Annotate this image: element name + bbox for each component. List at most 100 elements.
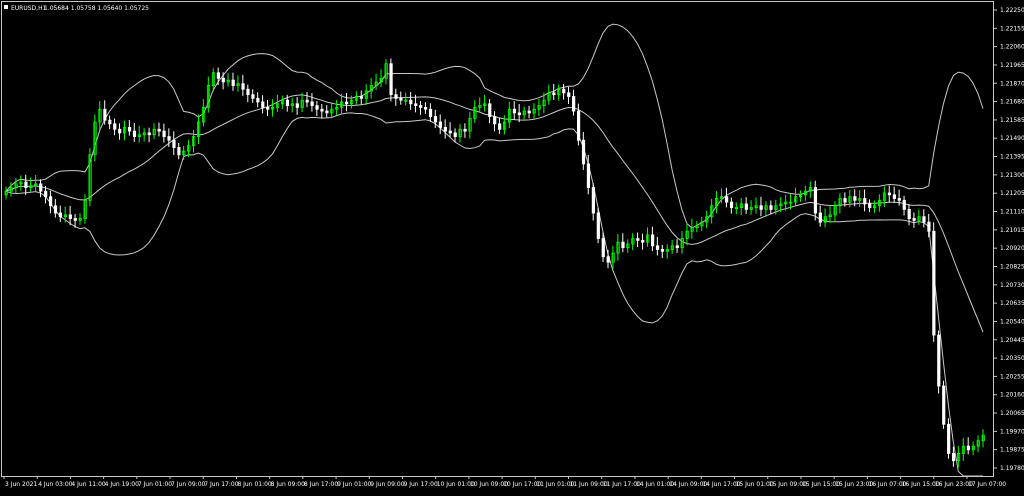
candle-body xyxy=(325,110,329,114)
x-tick-label: 4 Jun 19:00 xyxy=(105,481,139,488)
y-tick-label: 1.19875 xyxy=(1000,447,1024,454)
candle-body xyxy=(113,123,117,130)
y-tick-label: 1.22250 xyxy=(1000,7,1024,14)
candle[interactable] xyxy=(942,380,946,429)
candle-body xyxy=(399,97,403,101)
candle-body xyxy=(103,108,107,121)
candle[interactable] xyxy=(937,330,941,394)
candle-body xyxy=(216,72,220,79)
candle-body xyxy=(576,110,581,141)
candle[interactable] xyxy=(389,58,393,102)
candle-body xyxy=(73,218,77,221)
y-tick-label: 1.19970 xyxy=(1000,428,1024,435)
candle-body xyxy=(769,205,773,210)
candle-body xyxy=(512,108,517,114)
candle-body xyxy=(448,130,452,134)
candle-body xyxy=(127,127,132,132)
candle-body xyxy=(53,205,58,214)
y-tick-label: 1.21870 xyxy=(1000,80,1024,87)
x-tick-label: 9 Jun 09:00 xyxy=(370,481,404,488)
candle-body xyxy=(433,116,438,123)
candle-body xyxy=(147,132,151,136)
y-tick-label: 1.21395 xyxy=(1000,154,1024,161)
candle-body xyxy=(108,119,112,125)
candle-body xyxy=(167,136,171,141)
symbol-label: EURUSD,H1 xyxy=(11,5,47,12)
candle[interactable] xyxy=(947,418,951,459)
candle-body xyxy=(414,103,418,107)
candle-body xyxy=(409,99,413,105)
candle-body xyxy=(118,128,122,134)
y-tick-label: 1.20635 xyxy=(1000,300,1024,307)
y-tick-label: 1.21015 xyxy=(1000,227,1024,234)
x-tick-label: 17 Jun 07:00 xyxy=(968,481,1006,488)
candle-body xyxy=(256,97,260,103)
x-tick-label: 9 Jun 01:00 xyxy=(337,481,371,488)
y-tick-label: 1.21300 xyxy=(1000,172,1024,179)
candle-body xyxy=(488,103,492,117)
candle-body xyxy=(49,196,53,207)
candlestick-chart[interactable]: 1.22250 1.22155 1.22060 1.21965 1.21870 1.216… xyxy=(0,0,1024,492)
x-tick-label: 4 Jun 03:00 xyxy=(38,481,72,488)
candle-body xyxy=(44,190,48,198)
y-tick-label: 1.20065 xyxy=(1000,410,1024,417)
candle[interactable] xyxy=(596,207,600,244)
y-tick-label: 1.21680 xyxy=(1000,99,1024,106)
candle-body xyxy=(596,212,600,239)
candle-body xyxy=(813,187,818,214)
y-tick-label: 1.20160 xyxy=(1000,392,1024,399)
y-tick-label: 1.20920 xyxy=(1000,245,1024,252)
y-tick-label: 1.21490 xyxy=(1000,135,1024,142)
chart-header: EURUSD,H1 1.05684 1.05758 1.05640 1.0572… xyxy=(4,5,149,12)
candle-body xyxy=(305,99,309,103)
candle-body xyxy=(498,123,502,130)
chart[interactable]: 1.22250 1.22155 1.22060 1.21965 1.21870 1.216… xyxy=(0,0,1024,492)
candle-body xyxy=(246,88,250,96)
candle-body xyxy=(24,181,28,188)
candle-body xyxy=(177,147,181,156)
y-tick-label: 1.20445 xyxy=(1000,337,1024,344)
candle-body xyxy=(932,230,936,336)
candle-body xyxy=(266,107,270,110)
candle-body xyxy=(902,199,906,210)
candle-body xyxy=(655,245,660,250)
y-tick-label: 1.21205 xyxy=(1000,190,1024,197)
candle[interactable] xyxy=(88,148,92,207)
y-tick-label: 1.20255 xyxy=(1000,373,1024,380)
candle-body xyxy=(39,183,43,192)
y-tick-label: 1.22155 xyxy=(1000,25,1024,32)
x-tick-label: 7 Jun 17:00 xyxy=(204,481,238,488)
candle-body xyxy=(641,239,645,243)
candle-body xyxy=(261,101,265,108)
x-tick-label: 8 Jun 17:00 xyxy=(304,481,338,488)
candle-body xyxy=(394,94,398,99)
y-tick-label: 1.20350 xyxy=(1000,355,1024,362)
x-tick-label: 7 Jun 01:00 xyxy=(138,481,172,488)
candle-body xyxy=(621,241,625,249)
candle-body xyxy=(937,334,941,387)
candle-body xyxy=(453,132,457,137)
candle-body xyxy=(221,77,225,83)
candle[interactable] xyxy=(932,222,936,342)
candle-body xyxy=(320,108,324,112)
candle-body xyxy=(650,234,655,247)
candle-body xyxy=(419,105,423,108)
candle-body xyxy=(675,245,679,249)
candle-body xyxy=(493,116,497,125)
candle-body xyxy=(729,201,734,208)
candle-body xyxy=(58,212,63,218)
x-tick-label: 3 Jun 2021 xyxy=(5,481,37,488)
candle-body xyxy=(285,99,290,107)
candle-body xyxy=(868,203,872,208)
candle-body xyxy=(552,92,556,96)
candle-body xyxy=(527,110,531,114)
candle-body xyxy=(438,121,443,128)
candle-body xyxy=(517,112,521,116)
candle-body xyxy=(947,423,951,454)
candle-body xyxy=(927,221,931,232)
x-tick-label: 8 Jun 09:00 xyxy=(271,481,305,488)
candle-body xyxy=(660,249,665,252)
x-tick-label: 4 Jun 11:00 xyxy=(71,481,105,488)
candle-body xyxy=(892,194,896,199)
candle-body xyxy=(591,187,595,214)
